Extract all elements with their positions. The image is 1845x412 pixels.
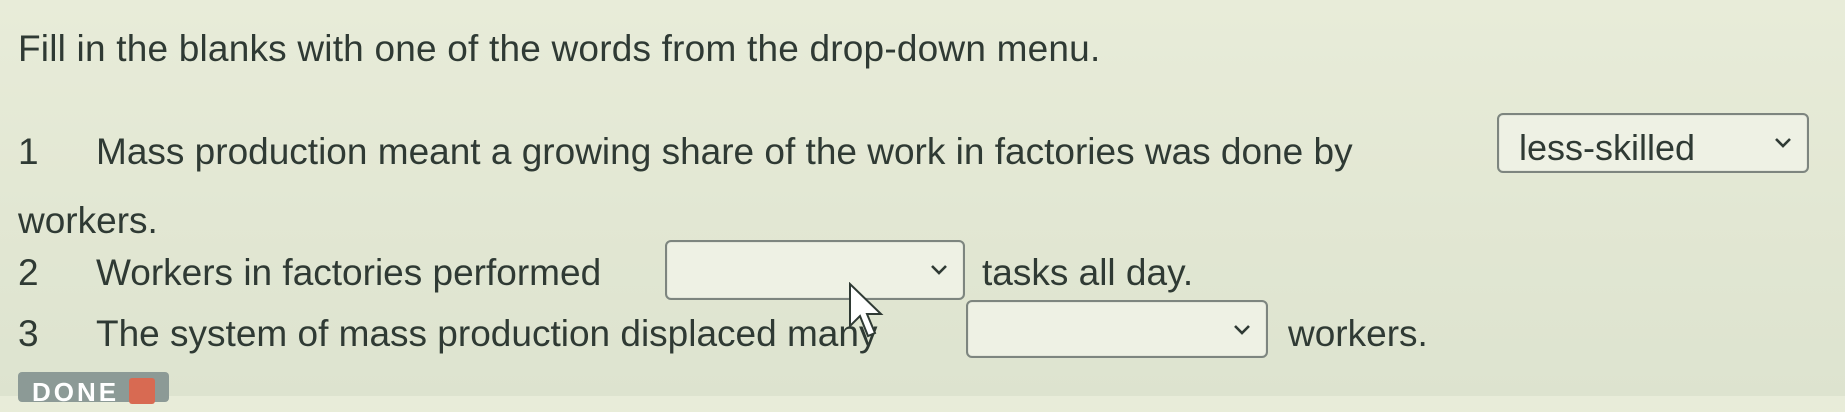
question-1: 1 Mass production meant a growing share o… [18,131,1353,173]
chevron-down-icon [1232,320,1252,340]
dropdown-value: less-skilled [1519,127,1696,168]
question-text-tail: workers. [18,200,158,241]
question-text: Workers in factories performed [96,252,602,293]
mouse-pointer-icon [848,281,888,342]
chevron-down-icon [929,260,949,280]
question-number: 2 [18,252,39,293]
question-text-tail: workers. [1288,313,1428,354]
done-button[interactable]: DONE [18,372,170,407]
done-label: DONE [32,377,120,407]
checkmark-icon [129,378,156,404]
instructions: Fill in the blanks with one of the words… [18,28,1101,69]
question-number: 3 [18,313,39,354]
chevron-down-icon [1773,133,1793,153]
question-text-tail: tasks all day. [982,252,1194,293]
question-3: 3 The system of mass production displaced… [18,313,877,355]
question-text: Mass production meant a growing share of… [96,131,1353,172]
question-text: The system of mass production displaced … [96,313,878,354]
question-2: 2 Workers in factories performed [18,252,601,294]
answer-dropdown-2[interactable] [665,240,965,300]
answer-dropdown-3[interactable] [966,300,1268,358]
answer-dropdown-1[interactable]: less-skilled [1497,113,1809,173]
question-number: 1 [18,131,39,172]
